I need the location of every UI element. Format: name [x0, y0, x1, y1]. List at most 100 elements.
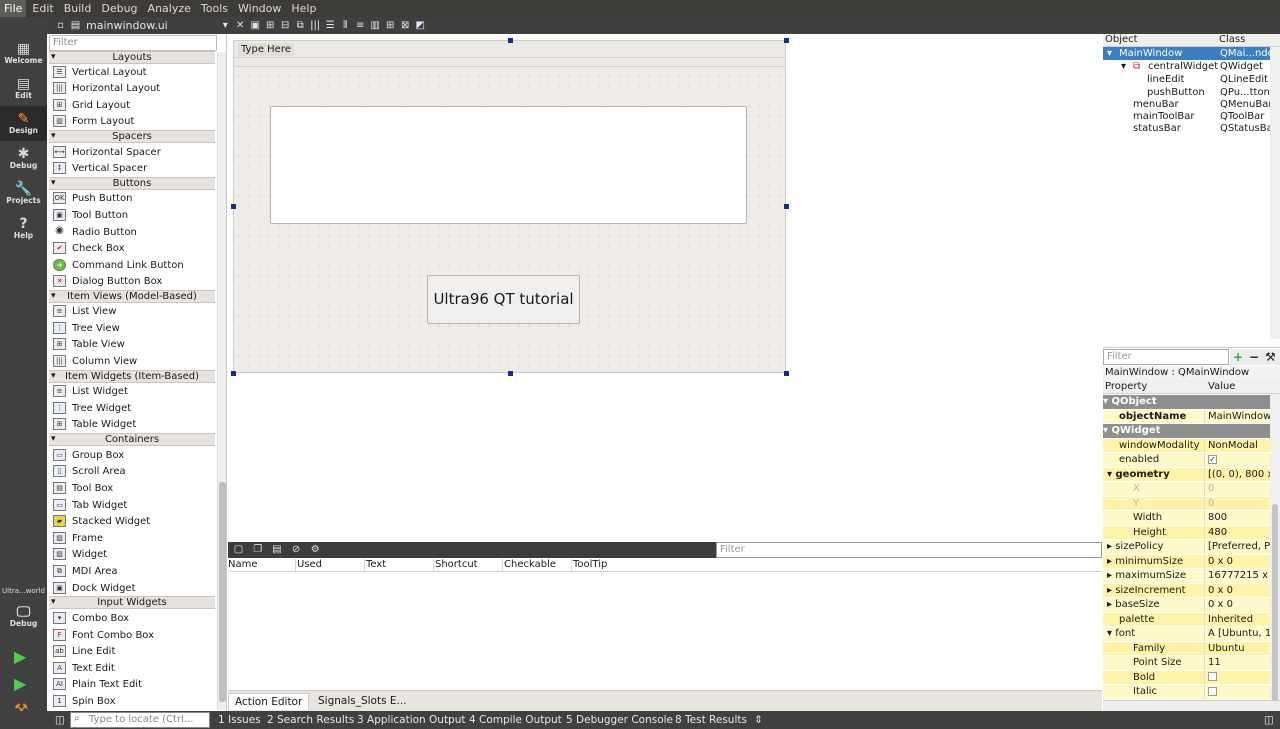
category-item-views[interactable]: Item Views (Model-Based) [49, 290, 215, 303]
prop-value[interactable]: 800 [1208, 511, 1270, 525]
category-buttons[interactable]: Buttons [49, 177, 215, 190]
output-pane-debugger-console[interactable]: 5 Debugger Console [566, 713, 673, 727]
widget-filter-input[interactable]: Filter [49, 35, 217, 51]
resize-handle[interactable] [508, 38, 513, 43]
category-containers[interactable]: Containers [49, 433, 215, 446]
line-edit-widget[interactable] [270, 106, 747, 224]
scrollbar-thumb[interactable] [1272, 504, 1278, 704]
prop-value[interactable]: Ubuntu [1208, 642, 1270, 656]
expand-icon[interactable]: ▾ [1107, 469, 1112, 480]
close-icon[interactable]: ▾ [220, 20, 231, 31]
debug-run-icon[interactable]: ▶ [14, 674, 26, 693]
resize-handle[interactable] [784, 38, 789, 43]
tree-row-statusbar[interactable]: statusBar QStatusBar [1103, 122, 1270, 135]
prop-value[interactable]: 0 x 0 [1208, 598, 1270, 612]
expand-icon[interactable]: ▸ [1107, 570, 1112, 581]
settings-gear-icon[interactable]: ⚙ [310, 544, 321, 555]
output-pane-issues[interactable]: 1 Issues [218, 713, 261, 727]
pane-menu-arrows-icon[interactable]: ⇕ [754, 713, 763, 727]
widget-check-box[interactable]: ✔ Check Box [51, 240, 215, 256]
prop-geometry-height[interactable]: Height 480 [1103, 525, 1270, 540]
prop-sizepolicy[interactable]: ▸ sizePolicy[Preferred, Preferred] [1103, 540, 1270, 555]
resize-handle[interactable] [784, 371, 789, 376]
prop-group-qobject[interactable]: ▾ QObject [1103, 395, 1270, 410]
property-filter-input[interactable]: Filter [1103, 349, 1229, 365]
resize-handle[interactable] [231, 371, 236, 376]
object-inspector-hscroll[interactable] [1103, 339, 1280, 348]
widget-dock-widget[interactable]: ▣ Dock Widget [51, 580, 215, 596]
prop-geometry-x[interactable]: X0 [1103, 482, 1270, 497]
object-inspector-scrollbar[interactable] [1270, 47, 1280, 339]
widget-group-box[interactable]: ▭ Group Box [51, 447, 215, 463]
widget-line-edit[interactable]: ab Line Edit [51, 643, 215, 659]
push-button-widget[interactable]: Ultra96 QT tutorial [427, 275, 580, 324]
output-pane-application-output[interactable]: 3 Application Output [357, 713, 466, 727]
expand-icon[interactable]: ▸ [1107, 556, 1112, 567]
widget-font-combo-box[interactable]: F Font Combo Box [51, 627, 215, 643]
expand-icon[interactable]: ▾ [1103, 425, 1108, 436]
break-layout-icon[interactable]: ⊠ [400, 20, 411, 31]
prop-value[interactable]: [Preferred, Preferred] [1208, 540, 1270, 554]
adjust-size-icon[interactable]: ◩ [415, 20, 426, 31]
close-document-icon[interactable]: ✕ [235, 20, 246, 31]
layout-vertical-icon[interactable]: ☰ [325, 20, 336, 31]
menu-debug[interactable]: Debug [97, 0, 141, 17]
menu-file[interactable]: File [0, 0, 27, 17]
type-here-menu[interactable]: Type Here [238, 43, 294, 56]
prop-geometry-y[interactable]: Y0 [1103, 496, 1270, 511]
locator-input[interactable]: Type to locate (Ctrl... [70, 712, 210, 728]
widget-tool-button[interactable]: ▣ Tool Button [51, 207, 215, 223]
prop-objectname[interactable]: objectName MainWindow [1103, 409, 1270, 424]
column-value[interactable]: Value [1208, 380, 1235, 394]
prop-geometry[interactable]: ▾ geometry[(0, 0), 800 x 480] [1103, 467, 1270, 482]
configure-wrench-icon[interactable]: ⚒ [1265, 349, 1276, 365]
mode-edit[interactable]: ▤ Edit [0, 71, 47, 106]
tree-row-lineedit[interactable]: lineEdit QLineEdit [1103, 73, 1270, 86]
widget-spin-box[interactable]: 1 Spin Box [51, 693, 215, 709]
prop-value[interactable]: [(0, 0), 800 x 480] [1208, 468, 1270, 482]
widget-command-link-button[interactable]: ➜ Command Link Button [51, 257, 215, 273]
editor-tab-filename[interactable]: mainwindow.ui [86, 19, 168, 32]
prop-value[interactable]: 0 [1208, 482, 1270, 496]
tree-row-mainwindow[interactable]: ▾ MainWindow QMai...ndow [1103, 47, 1270, 60]
action-filter-input[interactable]: Filter [716, 542, 1102, 558]
prop-palette[interactable]: palette Inherited [1103, 612, 1270, 627]
property-editor-scrollbar[interactable] [1270, 394, 1280, 704]
main-window-form[interactable]: Type Here Ultra96 QT tutorial [233, 40, 786, 373]
output-toggle-icon[interactable]: ◫ [1264, 713, 1274, 727]
sidebar-toggle-icon[interactable]: ◫ [55, 713, 65, 727]
mode-design[interactable]: ✎ Design [0, 106, 47, 141]
tree-expand-icon[interactable]: ▾ [1107, 47, 1112, 60]
category-item-widgets[interactable]: Item Widgets (Item-Based) [49, 370, 215, 383]
layout-v-splitter-icon[interactable]: ≡ [355, 20, 366, 31]
column-property[interactable]: Property [1105, 380, 1147, 394]
output-pane-search-results[interactable]: 2 Search Results [267, 713, 354, 727]
prop-font-family[interactable]: Family Ubuntu [1103, 641, 1270, 656]
prop-group-qwidget[interactable]: ▾ QWidget [1103, 424, 1270, 439]
column-tooltip[interactable]: ToolTip [573, 559, 641, 571]
resize-handle[interactable] [784, 204, 789, 209]
add-property-icon[interactable]: + [1233, 349, 1243, 365]
category-input-widgets[interactable]: Input Widgets [49, 596, 215, 609]
widget-scroll-area[interactable]: ▯ Scroll Area [51, 463, 215, 479]
prop-value[interactable]: ✓ [1208, 453, 1270, 467]
prop-font[interactable]: ▾ fontA [Ubuntu, 11] [1103, 627, 1270, 642]
prop-minimumsize[interactable]: ▸ minimumSize 0 x 0 [1103, 554, 1270, 569]
column-class[interactable]: Class [1219, 34, 1245, 45]
menu-edit[interactable]: Edit [28, 0, 57, 17]
column-name[interactable]: Name [228, 559, 296, 571]
prop-font-italic[interactable]: Italic [1103, 685, 1270, 700]
menu-window[interactable]: Window [234, 0, 285, 17]
widget-tab-widget[interactable]: ▭ Tab Widget [51, 497, 215, 513]
widget-form-layout[interactable]: ▥ Form Layout [51, 113, 215, 129]
resize-handle[interactable] [231, 204, 236, 209]
resize-handle[interactable] [508, 371, 513, 376]
prop-value[interactable]: 0 x 0 [1208, 584, 1270, 598]
prop-value[interactable]: 480 [1208, 526, 1270, 540]
widget-combo-box[interactable]: ▾ Combo Box [51, 610, 215, 626]
prop-value[interactable]: NonModal [1208, 439, 1270, 453]
widget-table-view[interactable]: ⊞ Table View [51, 336, 215, 352]
widget-grid-layout[interactable]: ⊞ Grid Layout [51, 97, 215, 113]
widget-tree-view[interactable]: ⋮ Tree View [51, 320, 215, 336]
layout-form-icon[interactable]: ▥ [370, 20, 381, 31]
